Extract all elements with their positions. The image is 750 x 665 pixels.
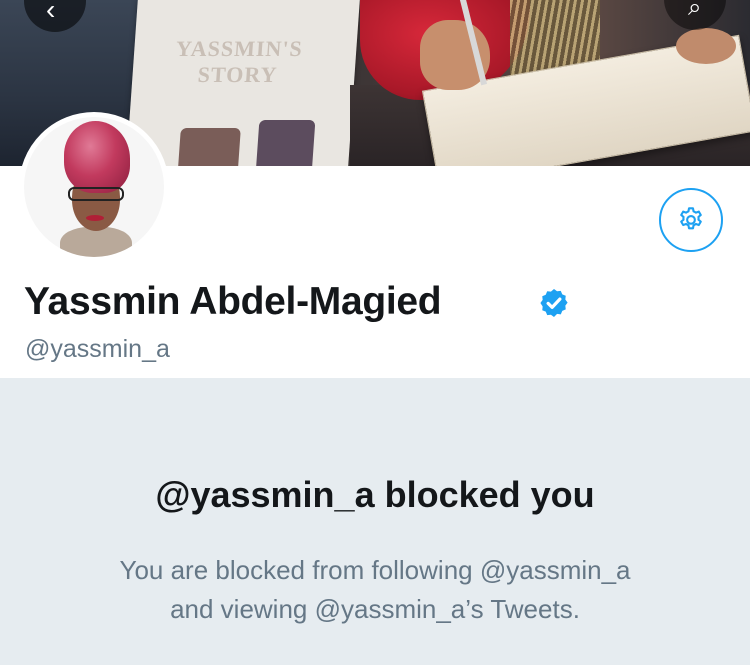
avatar-headwrap xyxy=(64,121,130,193)
avatar[interactable] xyxy=(19,112,169,262)
avatar-glasses xyxy=(68,187,124,201)
blocked-notice: @yassmin_a blocked you You are blocked f… xyxy=(0,378,750,665)
avatar-lips xyxy=(86,215,104,221)
blocked-description-line: You are blocked from following @yassmin_… xyxy=(119,555,631,585)
banner-poster-text: YASSMIN'S STORY xyxy=(175,36,304,87)
profile-display-name: Yassmin Abdel-Magied xyxy=(24,280,442,323)
settings-button[interactable] xyxy=(659,188,723,252)
verified-badge-icon xyxy=(540,289,568,317)
profile-handle: @yassmin_a xyxy=(25,335,170,363)
chevron-left-icon: ‹ xyxy=(46,0,56,25)
blocked-description-line: and viewing @yassmin_a’s Tweets. xyxy=(170,594,580,624)
blocked-description: You are blocked from following @yassmin_… xyxy=(60,551,690,629)
blocked-title: @yassmin_a blocked you xyxy=(155,474,595,515)
avatar-neck xyxy=(60,227,132,257)
search-button[interactable]: ⌕ xyxy=(664,0,726,30)
banner-poster-photo xyxy=(178,128,241,166)
banner-poster-photo xyxy=(256,120,316,166)
search-icon: ⌕ xyxy=(688,0,702,21)
gear-icon xyxy=(680,207,702,230)
banner-hand xyxy=(676,28,736,64)
